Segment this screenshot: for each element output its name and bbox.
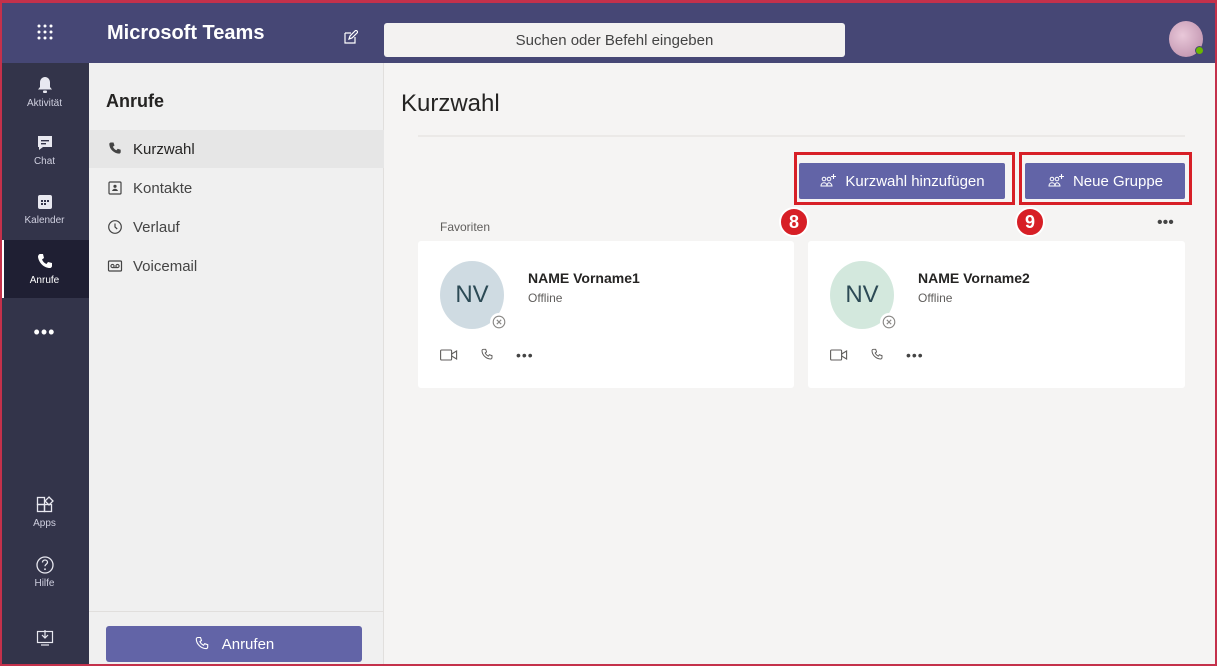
step-badge-8: 8 xyxy=(779,207,809,237)
video-call-icon[interactable] xyxy=(830,349,848,361)
rail-item-apps[interactable]: Apps xyxy=(0,483,89,541)
rail-label: Aktivität xyxy=(26,98,62,109)
card-actions: ••• xyxy=(440,347,556,363)
calls-panel: Anrufe Kurzwahl Kontakte Verlauf Voicema… xyxy=(89,63,384,666)
nav-item-verlauf[interactable]: Verlauf xyxy=(89,208,384,246)
avatar: NV xyxy=(830,261,898,331)
more-options-icon[interactable]: ••• xyxy=(906,347,924,363)
voicemail-icon xyxy=(107,260,123,272)
divider xyxy=(418,135,1185,137)
avatar-initials: NV xyxy=(455,281,489,308)
phone-icon xyxy=(109,142,121,154)
download-icon xyxy=(36,630,53,646)
app-rail: Aktivität Chat Kalender Anrufe ••• Apps … xyxy=(0,63,89,666)
top-bar: Microsoft Teams Suchen oder Befehl einge… xyxy=(0,0,1217,63)
video-call-icon[interactable] xyxy=(440,349,458,361)
contact-card[interactable]: NV NAME Vorname1 Offline ••• xyxy=(418,241,794,388)
chat-icon xyxy=(37,136,52,150)
section-label-favorites: Favoriten xyxy=(440,220,491,234)
rail-label: Hilfe xyxy=(34,578,55,589)
rail-item-hilfe[interactable]: Hilfe xyxy=(0,543,89,601)
phone-icon xyxy=(37,254,52,268)
add-group-icon xyxy=(1048,174,1064,187)
app-title: Microsoft Teams xyxy=(107,22,265,44)
add-speed-dial-label: Kurzwahl hinzufügen xyxy=(845,172,985,190)
add-people-icon xyxy=(820,174,837,187)
audio-call-icon[interactable] xyxy=(480,348,494,362)
compose-icon[interactable] xyxy=(344,30,358,44)
contact-card[interactable]: NV NAME Vorname2 Offline ••• xyxy=(808,241,1185,388)
nav-item-label: Kurzwahl xyxy=(133,140,195,158)
offline-status-icon xyxy=(880,313,898,331)
add-speed-dial-button[interactable]: Kurzwahl hinzufügen xyxy=(799,163,1005,199)
rail-label: Chat xyxy=(33,156,56,167)
more-icon: ••• xyxy=(33,321,56,342)
nav-item-label: Voicemail xyxy=(133,257,198,275)
step-badge-9: 9 xyxy=(1015,207,1045,237)
phone-icon xyxy=(195,636,208,650)
search-input[interactable]: Suchen oder Befehl eingeben xyxy=(384,23,845,57)
new-group-button[interactable]: Neue Gruppe xyxy=(1025,163,1185,199)
presence-available-icon xyxy=(1195,46,1204,55)
rail-label: Kalender xyxy=(24,215,65,226)
divider xyxy=(89,611,384,612)
search-placeholder: Suchen oder Befehl eingeben xyxy=(515,31,714,49)
rail-item-kalender[interactable]: Kalender xyxy=(0,180,89,238)
rail-item-chat[interactable]: Chat xyxy=(0,121,89,179)
rail-item-anrufe[interactable]: Anrufe xyxy=(0,240,89,298)
panel-title: Anrufe xyxy=(106,91,164,111)
offline-status-icon xyxy=(490,313,508,331)
avatar-initials: NV xyxy=(845,281,879,308)
call-button[interactable]: Anrufen xyxy=(106,626,362,662)
nav-item-voicemail[interactable]: Voicemail xyxy=(89,247,384,285)
contact-status: Offline xyxy=(918,291,953,305)
clock-icon xyxy=(108,220,122,234)
nav-item-kurzwahl[interactable]: Kurzwahl xyxy=(89,130,384,168)
calendar-icon xyxy=(37,195,52,209)
contact-name: NAME Vorname1 xyxy=(528,270,640,286)
contact-card-icon xyxy=(108,181,122,195)
rail-item-aktivitaet[interactable]: Aktivität xyxy=(0,63,89,121)
nav-item-label: Kontakte xyxy=(133,179,193,197)
more-options-icon[interactable]: ••• xyxy=(516,347,534,363)
bell-icon xyxy=(37,77,52,93)
more-options-icon[interactable]: ••• xyxy=(1157,214,1174,232)
avatar[interactable] xyxy=(1169,21,1204,57)
rail-label: Apps xyxy=(33,518,56,529)
nav-item-kontakte[interactable]: Kontakte xyxy=(89,169,384,207)
rail-label: Anrufe xyxy=(29,275,60,286)
contact-name: NAME Vorname2 xyxy=(918,270,1030,286)
audio-call-icon[interactable] xyxy=(870,348,884,362)
new-group-label: Neue Gruppe xyxy=(1072,172,1164,190)
app-launcher-icon[interactable] xyxy=(0,0,89,63)
rail-more-button[interactable]: ••• xyxy=(0,303,89,361)
help-icon xyxy=(35,556,54,574)
nav-item-label: Verlauf xyxy=(133,218,180,236)
contact-status: Offline xyxy=(528,291,563,305)
avatar: NV xyxy=(440,261,508,331)
page-title: Kurzwahl xyxy=(401,90,500,117)
call-button-label: Anrufen xyxy=(221,635,275,653)
apps-icon xyxy=(36,496,54,513)
card-actions: ••• xyxy=(830,347,946,363)
download-button[interactable] xyxy=(0,608,89,666)
